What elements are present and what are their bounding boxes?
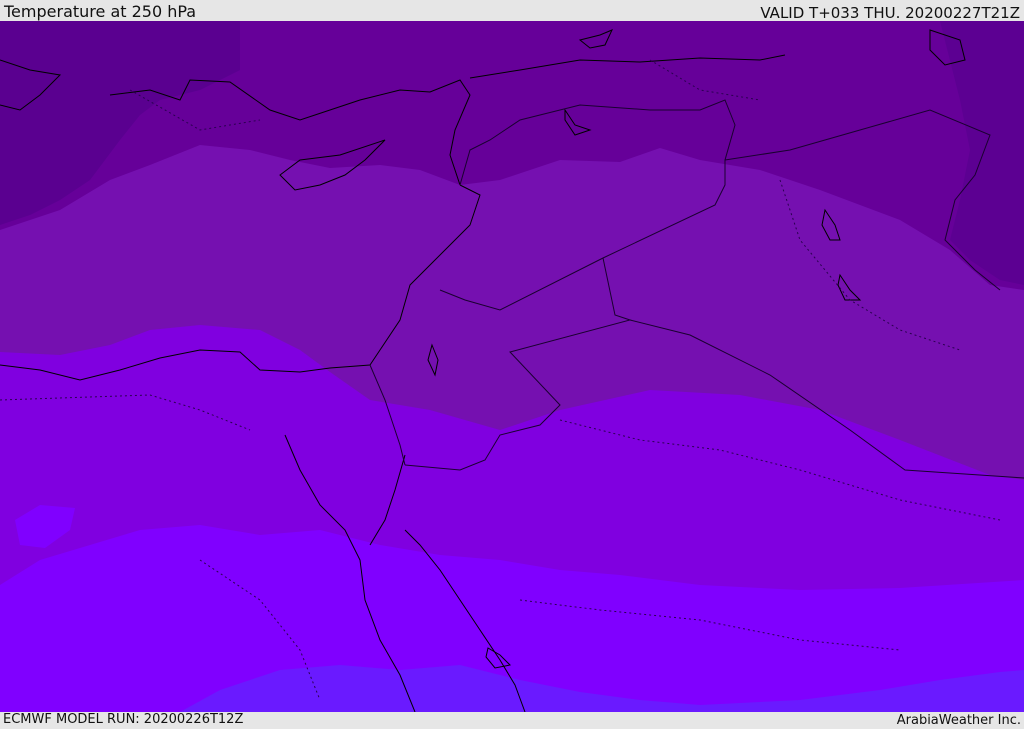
valid-time-label: VALID T+033 THU. 20200227T21Z xyxy=(760,4,1020,22)
weather-map[interactable] xyxy=(0,21,1024,712)
credit-label: ArabiaWeather Inc. xyxy=(896,713,1021,728)
map-title: Temperature at 250 hPa xyxy=(4,2,197,21)
temperature-field-map xyxy=(0,21,1024,712)
footer-bar: ECMWF MODEL RUN: 20200226T12Z ArabiaWeat… xyxy=(0,712,1024,729)
model-run-label: ECMWF MODEL RUN: 20200226T12Z xyxy=(3,712,244,727)
header-bar: Temperature at 250 hPa VALID T+033 THU. … xyxy=(0,0,1024,22)
